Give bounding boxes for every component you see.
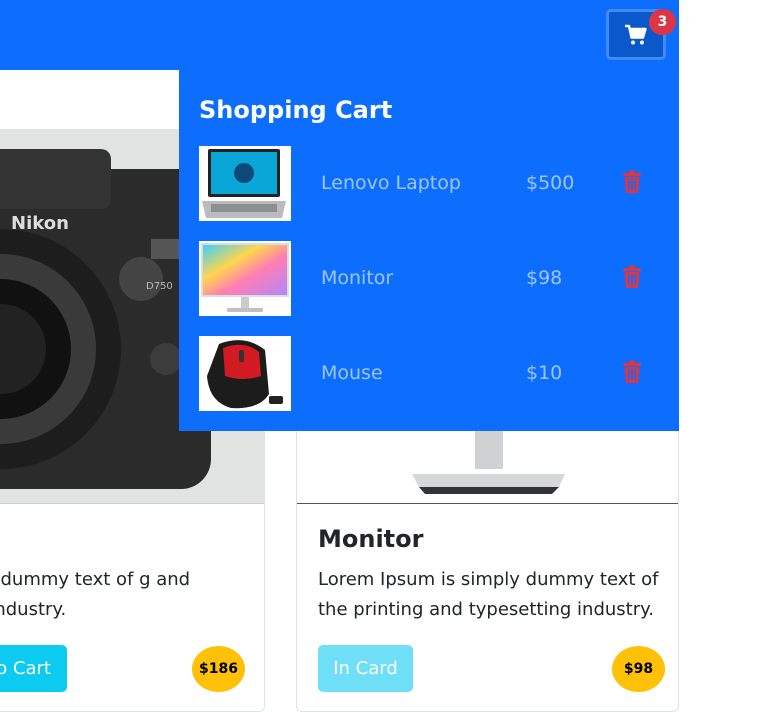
shopping-cart-panel: Shopping Cart Lenovo Laptop $500 Monitor… <box>179 70 679 431</box>
trash-icon[interactable] <box>621 170 643 194</box>
trash-icon[interactable] <box>621 360 643 384</box>
cart-icon <box>625 24 647 44</box>
cart-item: Lenovo Laptop $500 <box>199 146 659 221</box>
add-to-cart-button[interactable]: o Cart <box>0 645 67 692</box>
cart-item-price: $10 <box>526 362 563 384</box>
cart-item-name: Mouse <box>321 362 383 384</box>
product-description: Lorem Ipsum is simply dummy text of the … <box>318 569 659 620</box>
cart-item: Monitor $98 <box>199 241 659 316</box>
cart-item-price: $500 <box>526 172 575 194</box>
cart-item-name: Lenovo Laptop <box>321 172 461 194</box>
mouse-image <box>199 336 291 411</box>
svg-text:D750: D750 <box>146 281 173 292</box>
laptop-image <box>199 146 291 221</box>
product-description: um is simply dummy text of g and typeset… <box>0 569 191 620</box>
navbar <box>0 0 679 70</box>
in-cart-button[interactable]: In Card <box>318 645 413 692</box>
cart-item-name: Monitor <box>321 267 394 289</box>
cart-title: Shopping Cart <box>199 96 393 124</box>
trash-icon[interactable] <box>621 265 643 289</box>
product-title: Monitor <box>318 525 424 553</box>
monitor-image <box>199 241 291 316</box>
cart-item-price: $98 <box>526 267 563 289</box>
page: Nikon D750 um is simply dummy text of g … <box>0 0 760 712</box>
cart-item: Mouse $10 <box>199 336 659 411</box>
price-badge: $98 <box>612 646 665 692</box>
cart-count-badge: 3 <box>649 9 676 35</box>
price-badge: $186 <box>192 646 245 692</box>
